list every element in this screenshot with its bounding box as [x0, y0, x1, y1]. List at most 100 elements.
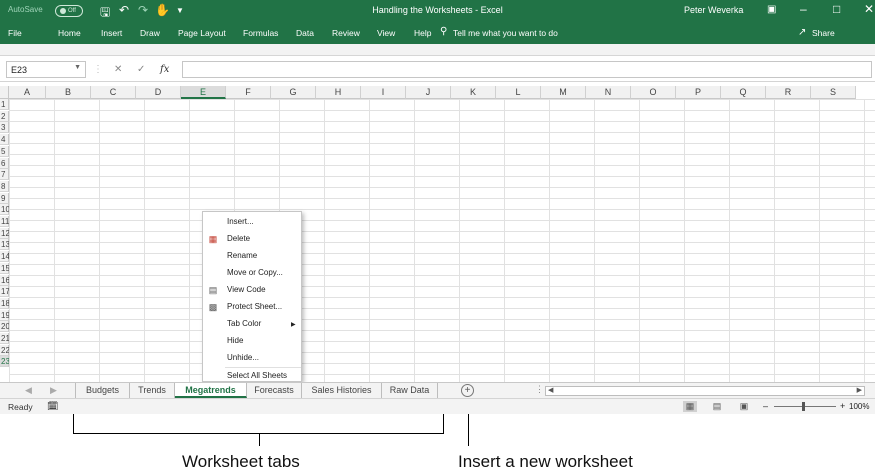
row-header-5[interactable]: 5	[0, 145, 9, 157]
row-header-14[interactable]: 14	[0, 251, 10, 263]
tab-review[interactable]: Review	[332, 28, 360, 38]
column-header-b[interactable]: B	[46, 86, 91, 99]
tab-home[interactable]: Home	[58, 28, 81, 38]
row-header-6[interactable]: 6	[0, 157, 9, 169]
row-header-10[interactable]: 10	[0, 204, 10, 216]
column-header-j[interactable]: J	[406, 86, 451, 99]
tab-data[interactable]: Data	[296, 28, 314, 38]
column-header-s[interactable]: S	[811, 86, 856, 99]
name-box[interactable]: E23 ▼	[6, 61, 86, 78]
column-header-g[interactable]: G	[271, 86, 316, 99]
column-header-h[interactable]: H	[316, 86, 361, 99]
row-header-8[interactable]: 8	[0, 180, 9, 192]
column-header-e[interactable]: E	[181, 86, 226, 99]
ribbon-display-options-icon[interactable]: ▣	[767, 4, 776, 15]
row-header-15[interactable]: 15	[0, 262, 10, 274]
menu-item-rename[interactable]: Rename	[227, 251, 257, 260]
row-header-1[interactable]: 1	[0, 99, 9, 110]
zoom-slider-thumb[interactable]	[802, 402, 805, 411]
menu-item-hide[interactable]: Hide	[227, 336, 243, 345]
row-header-23[interactable]: 23	[0, 356, 10, 368]
insert-function-icon[interactable]: fx	[160, 64, 169, 75]
sheet-tab-megatrends[interactable]: Megatrends	[175, 383, 247, 398]
tab-help[interactable]: Help	[414, 28, 431, 38]
tab-insert[interactable]: Insert	[101, 28, 122, 38]
row-header-3[interactable]: 3	[0, 122, 9, 134]
column-header-k[interactable]: K	[451, 86, 496, 99]
menu-item-delete[interactable]: Delete	[227, 234, 250, 243]
tab-page-layout[interactable]: Page Layout	[178, 28, 226, 38]
row-header-20[interactable]: 20	[0, 321, 10, 333]
scroll-tabs-right-icon[interactable]: ▶	[50, 385, 57, 396]
page-layout-view-icon[interactable]: ▤	[710, 401, 724, 412]
column-header-d[interactable]: D	[136, 86, 181, 99]
macro-record-icon[interactable]: 🗓	[47, 401, 58, 412]
grip-icon: ⋮	[93, 64, 103, 75]
row-header-9[interactable]: 9	[0, 192, 9, 204]
sheet-tab-forecasts[interactable]: Forecasts	[247, 383, 302, 398]
menu-item-unhide[interactable]: Unhide...	[227, 353, 259, 362]
sheet-tab-trends[interactable]: Trends	[130, 383, 175, 398]
row-header-4[interactable]: 4	[0, 134, 9, 146]
tell-me-search[interactable]: Tell me what you want to do	[453, 28, 558, 38]
scroll-tabs-left-icon[interactable]: ◀	[25, 385, 32, 396]
column-header-c[interactable]: C	[91, 86, 136, 99]
menu-item-insert[interactable]: Insert...	[227, 217, 254, 226]
row-header-18[interactable]: 18	[0, 297, 10, 309]
tab-view[interactable]: View	[377, 28, 395, 38]
column-header-n[interactable]: N	[586, 86, 631, 99]
minimize-icon[interactable]: –	[800, 2, 807, 16]
tab-formulas[interactable]: Formulas	[243, 28, 278, 38]
tab-draw[interactable]: Draw	[140, 28, 160, 38]
chevron-down-icon[interactable]: ▼	[74, 64, 81, 71]
tab-split-handle[interactable]: ⋮	[535, 384, 544, 395]
menu-item-select-all-sheets[interactable]: Select All Sheets	[227, 371, 287, 380]
row-header-11[interactable]: 11	[0, 216, 9, 227]
menu-item-protect-sheet[interactable]: Protect Sheet...	[227, 302, 282, 311]
sheet-tab-raw-data[interactable]: Raw Data	[382, 383, 438, 398]
row-header-16[interactable]: 16	[0, 274, 10, 286]
normal-view-icon[interactable]: ▦	[683, 401, 697, 412]
column-header-m[interactable]: M	[541, 86, 586, 99]
row-header-17[interactable]: 17	[0, 286, 10, 298]
column-header-q[interactable]: Q	[721, 86, 766, 99]
horizontal-scrollbar[interactable]: ◀ ▶	[545, 386, 865, 396]
row-header-19[interactable]: 19	[0, 309, 10, 321]
menu-item-tab-color[interactable]: Tab Color	[227, 319, 261, 328]
row-header-7[interactable]: 7	[0, 169, 9, 181]
worksheet-grid[interactable]	[9, 99, 875, 382]
share-button[interactable]: Share	[812, 28, 835, 38]
column-header-o[interactable]: O	[631, 86, 676, 99]
maximize-icon[interactable]: □	[833, 2, 840, 16]
sheet-tab-sales-histories[interactable]: Sales Histories	[302, 383, 382, 398]
scroll-left-icon[interactable]: ◀	[548, 386, 553, 394]
column-header-i[interactable]: I	[361, 86, 406, 99]
tab-file[interactable]: File	[8, 28, 22, 38]
sheet-tab-budgets[interactable]: Budgets	[76, 383, 130, 398]
menu-item-view-code[interactable]: View Code	[227, 285, 266, 294]
row-header-2[interactable]: 2	[0, 110, 9, 122]
enter-icon[interactable]: ✓	[137, 64, 145, 75]
menu-item-move-or-copy[interactable]: Move or Copy...	[227, 268, 283, 277]
column-header-r[interactable]: R	[766, 86, 811, 99]
cancel-icon[interactable]: ✕	[114, 64, 122, 75]
new-sheet-button[interactable]: +	[461, 384, 474, 397]
column-header-f[interactable]: F	[226, 86, 271, 99]
select-all-corner[interactable]	[0, 86, 9, 99]
zoom-in-icon[interactable]: +	[840, 401, 845, 411]
close-icon[interactable]: ✕	[864, 2, 874, 16]
column-header-l[interactable]: L	[496, 86, 541, 99]
row-header-12[interactable]: 12	[0, 227, 10, 239]
page-break-preview-icon[interactable]: ▣	[737, 401, 751, 412]
user-name[interactable]: Peter Weverka	[684, 5, 743, 15]
formula-input[interactable]	[182, 61, 872, 78]
zoom-level[interactable]: 100%	[849, 402, 869, 411]
scroll-right-icon[interactable]: ▶	[857, 386, 862, 394]
row-header-22[interactable]: 22	[0, 344, 10, 356]
column-header-p[interactable]: P	[676, 86, 721, 99]
zoom-slider[interactable]	[774, 406, 836, 407]
row-header-13[interactable]: 13	[0, 239, 10, 251]
column-header-a[interactable]: A	[9, 86, 46, 99]
zoom-out-icon[interactable]: –	[763, 401, 768, 411]
row-header-21[interactable]: 21	[0, 333, 10, 344]
